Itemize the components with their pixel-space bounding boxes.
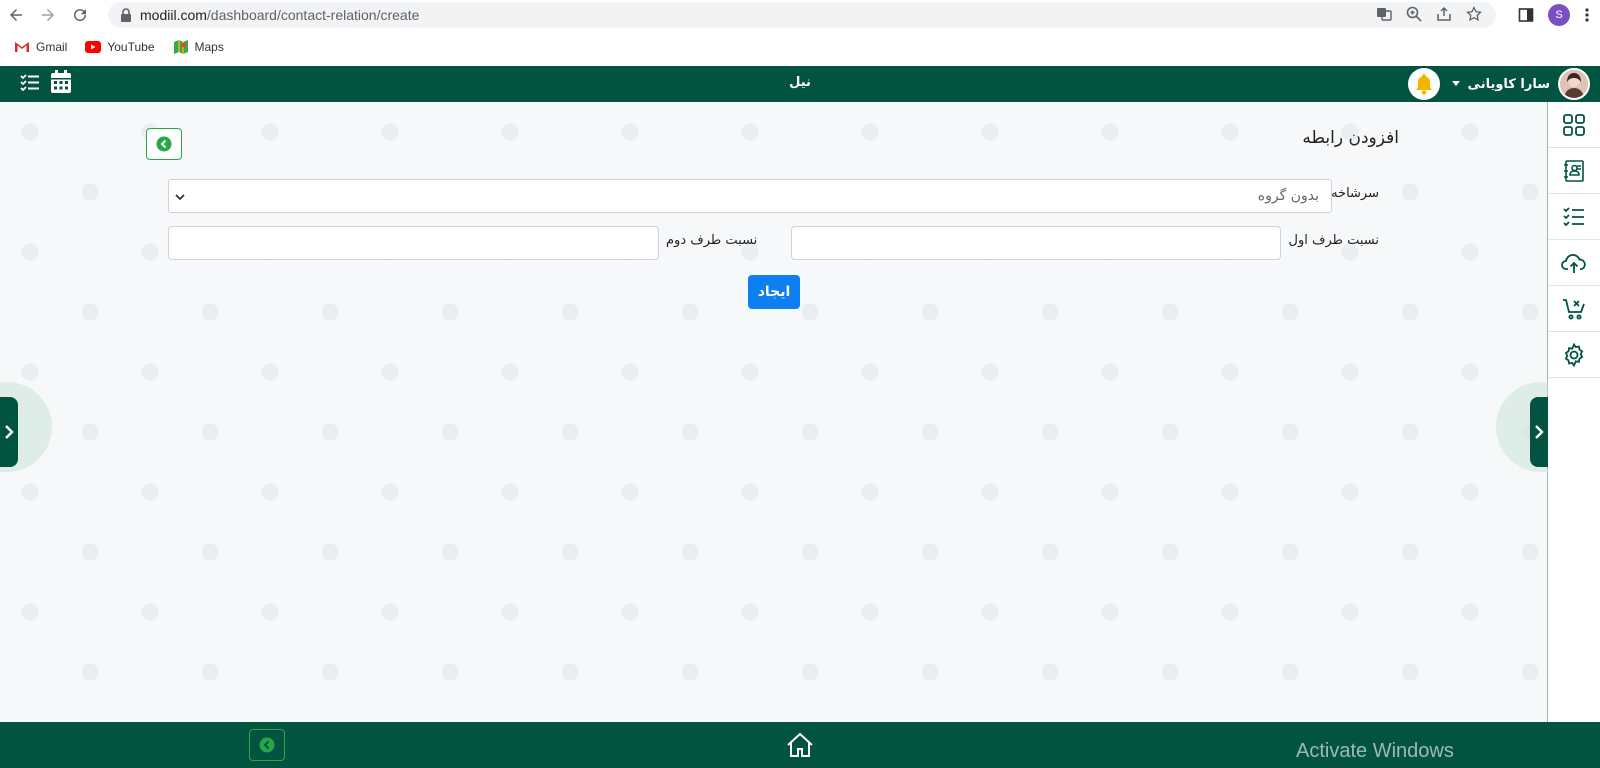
sidebar-item-dashboard[interactable] bbox=[1548, 102, 1600, 148]
app-title: نیل bbox=[789, 75, 811, 90]
contacts-book-icon bbox=[1564, 159, 1584, 182]
chevron-right-icon bbox=[5, 425, 14, 439]
bookmark-gmail[interactable]: Gmail bbox=[14, 40, 67, 54]
zoom-icon[interactable] bbox=[1406, 6, 1422, 22]
back-button[interactable] bbox=[146, 128, 182, 160]
app-header: نیل سارا کاویانی bbox=[0, 66, 1600, 102]
first-party-input[interactable] bbox=[791, 226, 1281, 260]
second-party-input[interactable] bbox=[168, 226, 659, 260]
left-panel-toggle[interactable] bbox=[0, 382, 52, 472]
first-party-label: نسبت طرف اول bbox=[1288, 233, 1380, 248]
maps-icon bbox=[173, 40, 188, 54]
sidebar-item-tasks[interactable] bbox=[1548, 194, 1600, 240]
url-host: modiil.com bbox=[140, 7, 207, 23]
circle-chevron-left-icon bbox=[259, 737, 275, 753]
bookmark-youtube[interactable]: YouTube bbox=[85, 40, 155, 54]
url-text: modiil.com/dashboard/contact-relation/cr… bbox=[140, 7, 419, 23]
right-sidebar bbox=[1548, 102, 1600, 722]
reload-icon[interactable] bbox=[64, 0, 96, 30]
parent-select[interactable]: بدون گروه bbox=[168, 179, 1332, 213]
translate-icon[interactable] bbox=[1376, 6, 1392, 22]
page-title: افزودن رابطه bbox=[1302, 128, 1399, 148]
youtube-icon bbox=[85, 41, 102, 53]
browser-toolbar: modiil.com/dashboard/contact-relation/cr… bbox=[0, 0, 1600, 30]
gmail-icon bbox=[15, 42, 29, 52]
bookmark-label: Gmail bbox=[36, 40, 68, 54]
sidebar-item-contacts[interactable] bbox=[1548, 148, 1600, 194]
parent-select-value: بدون گروه bbox=[1257, 188, 1319, 204]
forward-arrow-icon[interactable] bbox=[32, 0, 64, 30]
footer-back-button[interactable] bbox=[249, 729, 285, 761]
address-bar[interactable]: modiil.com/dashboard/contact-relation/cr… bbox=[108, 2, 1496, 28]
kebab-menu-icon[interactable] bbox=[1584, 7, 1590, 23]
sidebar-item-upload[interactable] bbox=[1548, 240, 1600, 286]
parent-label: سرشاخه bbox=[1331, 186, 1379, 201]
cart-remove-icon bbox=[1563, 298, 1585, 319]
share-icon[interactable] bbox=[1436, 6, 1452, 22]
bookmark-label: YouTube bbox=[107, 40, 155, 54]
checklist-icon bbox=[1563, 206, 1584, 226]
chevron-down-icon bbox=[175, 194, 185, 201]
app-footer: Activate Windows bbox=[0, 722, 1600, 768]
chevron-right-icon bbox=[1535, 425, 1544, 439]
sidebar-item-cart[interactable] bbox=[1548, 286, 1600, 332]
sidebar-item-settings[interactable] bbox=[1548, 332, 1600, 378]
bookmark-maps[interactable]: Maps bbox=[173, 39, 224, 55]
bell-icon bbox=[1415, 74, 1432, 95]
grid-icon bbox=[1563, 113, 1585, 136]
back-arrow-icon[interactable] bbox=[0, 0, 32, 30]
right-panel-toggle[interactable] bbox=[1496, 382, 1548, 472]
home-button[interactable] bbox=[784, 729, 816, 761]
url-path: /dashboard/contact-relation/create bbox=[206, 7, 420, 23]
home-icon bbox=[787, 732, 813, 757]
user-name[interactable]: سارا کاویانی bbox=[1468, 77, 1550, 92]
star-icon[interactable] bbox=[1466, 6, 1482, 22]
lock-icon bbox=[121, 8, 131, 22]
create-button[interactable]: ایجاد bbox=[748, 275, 800, 309]
main-content: افزودن رابطه سرشاخه بدون گروه نسبت طرف ا… bbox=[0, 102, 1548, 722]
cloud-upload-icon bbox=[1561, 253, 1586, 273]
gear-icon bbox=[1564, 342, 1584, 367]
caret-down-icon[interactable] bbox=[1451, 81, 1460, 87]
side-panel-icon[interactable] bbox=[1518, 7, 1534, 23]
bookmark-label: Maps bbox=[194, 40, 224, 54]
profile-avatar[interactable]: S bbox=[1548, 4, 1570, 26]
windows-watermark: Activate Windows bbox=[1296, 740, 1454, 762]
second-party-label: نسبت طرف دوم bbox=[666, 233, 758, 248]
circle-chevron-left-icon bbox=[156, 136, 172, 152]
bookmarks-bar: Gmail YouTube Maps bbox=[0, 32, 1600, 62]
notifications-button[interactable] bbox=[1407, 68, 1440, 100]
user-avatar[interactable] bbox=[1558, 68, 1590, 100]
